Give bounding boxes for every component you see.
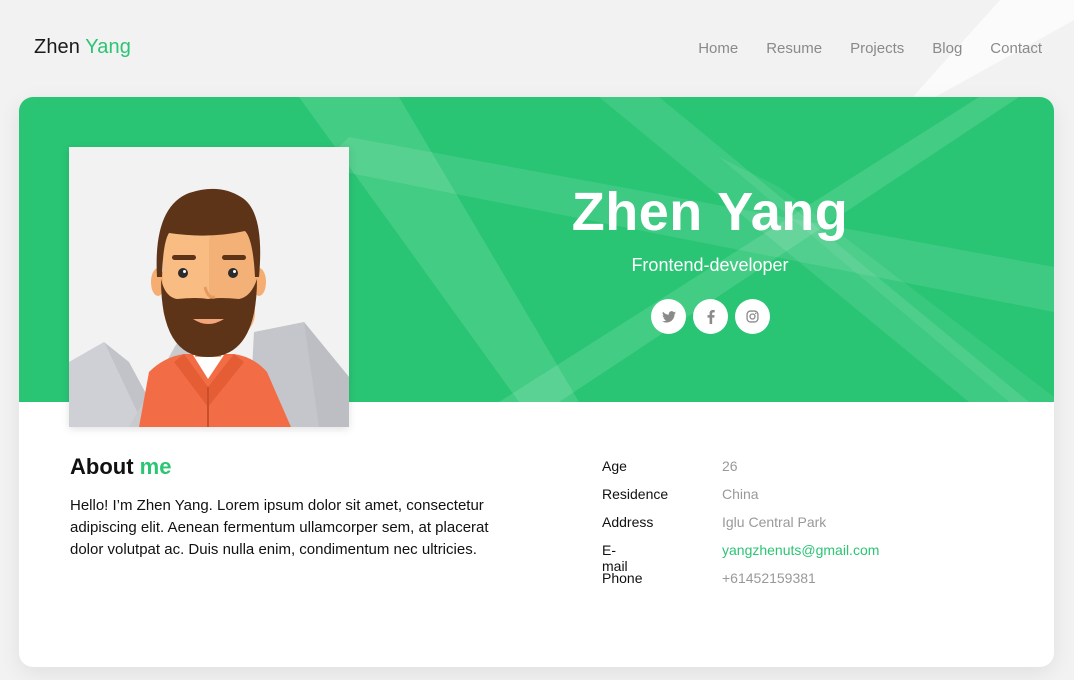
about-heading-accent: me <box>139 454 172 479</box>
about-text: Hello! I’m Zhen Yang. Lorem ipsum dolor … <box>70 497 489 558</box>
logo-last-name: Yang <box>85 36 131 58</box>
facebook-icon <box>707 309 715 324</box>
about-heading: About me <box>70 454 171 480</box>
nav-link-contact[interactable]: Contact <box>990 40 1042 57</box>
nav-link-projects[interactable]: Projects <box>850 40 904 57</box>
nav-link-resume[interactable]: Resume <box>766 40 822 57</box>
nav-link-blog[interactable]: Blog <box>932 40 962 57</box>
main-nav: Home Resume Projects Blog Contact <box>698 40 1042 57</box>
info-label: Age <box>602 458 627 474</box>
hero-name: Zhen Yang <box>571 182 849 242</box>
info-label: Residence <box>602 486 669 502</box>
instagram-link[interactable] <box>735 299 770 334</box>
nav-link-home[interactable]: Home <box>698 40 738 57</box>
instagram-icon <box>746 310 759 323</box>
info-label: Address <box>602 514 654 530</box>
info-value: +61452159381 <box>722 570 816 586</box>
site-logo[interactable]: Zhen Yang <box>34 36 131 59</box>
social-links <box>651 299 770 334</box>
twitter-link[interactable] <box>651 299 686 334</box>
info-label: Phone <box>602 570 643 586</box>
profile-avatar <box>69 147 349 427</box>
about-heading-plain: About <box>70 454 134 479</box>
info-value: Iglu Central Park <box>722 514 827 530</box>
twitter-icon <box>661 310 676 323</box>
logo-first-name: Zhen <box>34 36 80 58</box>
profile-card: Zhen Yang Frontend-developer About me He… <box>19 97 1054 667</box>
info-value: China <box>722 486 759 502</box>
info-value: 26 <box>722 458 738 474</box>
email-link[interactable]: yangzhenuts@gmail.com <box>722 542 879 558</box>
avatar-illustration <box>69 147 349 427</box>
hero-role: Frontend-developer <box>631 255 789 275</box>
facebook-link[interactable] <box>693 299 728 334</box>
